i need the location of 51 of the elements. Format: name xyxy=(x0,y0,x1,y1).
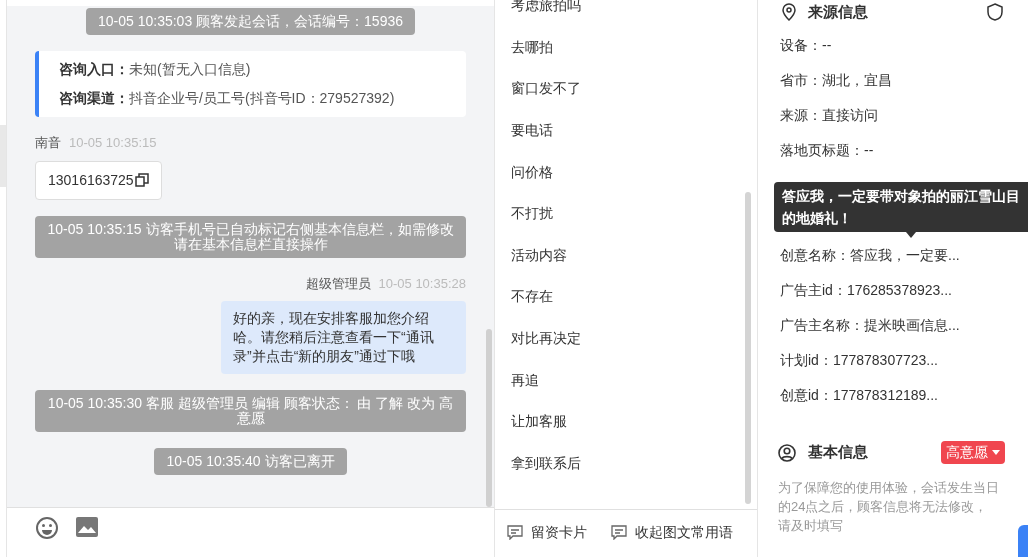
quick-reply-item[interactable]: 活动内容 xyxy=(495,234,745,277)
info-line: 咨询入口：未知(暂无入口信息) xyxy=(59,60,252,79)
emoji-icon[interactable] xyxy=(35,516,59,540)
caret-icon xyxy=(992,450,1000,455)
sender-name: 南音 xyxy=(35,134,61,152)
section-title: 基本信息 xyxy=(808,442,868,463)
quick-reply-item[interactable]: 不打扰 xyxy=(495,192,745,235)
comment-icon xyxy=(611,525,627,540)
quick-reply-item[interactable]: 再追 xyxy=(495,359,745,401)
scrollbar[interactable] xyxy=(486,329,492,507)
system-message: 10-05 10:35:03 顾客发起会话，会话编号：15936 xyxy=(86,8,415,35)
side-tab[interactable] xyxy=(1018,525,1028,557)
shield-icon[interactable] xyxy=(986,3,1004,21)
copy-icon[interactable] xyxy=(134,173,149,187)
quick-reply-item[interactable]: 去哪拍 xyxy=(495,26,745,69)
source-field: 创意名称：答应我，一定要... xyxy=(780,238,1006,273)
user-circle-icon xyxy=(778,443,796,462)
system-message: 10-05 10:35:15 访客手机号已自动标记右侧基本信息栏，如需修改请在基本信息栏直接操作 xyxy=(35,215,466,258)
source-field: 广告主名称：提米映画信息... xyxy=(780,308,1006,343)
quick-reply-item[interactable]: 要电话 xyxy=(495,109,745,152)
tooltip-arrow-icon xyxy=(906,232,916,238)
source-field: 广告主id：176285378923... xyxy=(780,273,1006,308)
message-time: 10-05 10:35:28 xyxy=(378,274,466,293)
sender-name: 超级管理员 xyxy=(305,274,371,293)
info-line: 咨询渠道：抖音企业号/员工号(抖音号ID：279527392) xyxy=(59,89,396,108)
source-field: 省市：湖北，宜昌 xyxy=(780,63,1006,98)
status-dropdown[interactable]: 高意愿 xyxy=(941,441,1005,464)
footer-button[interactable]: 收起图文常用语 xyxy=(611,522,733,543)
comment-icon xyxy=(507,525,523,540)
scrollbar[interactable] xyxy=(745,192,751,504)
quick-reply-item[interactable]: 问价格 xyxy=(495,151,745,193)
source-field: 创意id：177878312189... xyxy=(780,378,1006,413)
footer-button[interactable]: 留资卡片 xyxy=(507,522,587,543)
system-message: 10-05 10:35:40 访客已离开 xyxy=(154,448,347,475)
quick-reply-item[interactable]: 窗口发不了 xyxy=(495,68,745,110)
source-field: 计划id：177878307723... xyxy=(780,343,1006,378)
source-field: 落地页标题：-- xyxy=(780,133,1006,168)
message-time: 10-05 10:35:15 xyxy=(69,134,157,152)
quick-reply-item[interactable]: 让加客服 xyxy=(495,400,745,443)
message-bubble: 好的亲，现在安排客服加您介绍哈。请您稍后注意查看一下“通讯录”并点击“新的朋友”通过下哦 xyxy=(221,301,466,374)
source-field: 设备：-- xyxy=(780,28,1006,63)
section-title: 来源信息 xyxy=(808,1,868,22)
message-bubble: 13016163725 xyxy=(35,160,162,200)
image-icon[interactable] xyxy=(75,516,99,538)
system-message: 10-05 10:35:30 客服 超级管理员 编辑 顾客状态： 由 了解 改为 高意愿 xyxy=(35,390,466,432)
quick-reply-item[interactable]: 拿到联系后 xyxy=(495,442,745,485)
quick-reply-item[interactable]: 对比再决定 xyxy=(495,317,745,360)
notice-text: 为了保障您的使用体验，会话发生当日的24点之后，顾客信息将无法修改，请及时填写 xyxy=(777,479,1000,535)
quick-reply-item[interactable]: 不存在 xyxy=(495,276,745,318)
location-pin-icon xyxy=(782,3,796,21)
source-field: 来源：直接访问 xyxy=(780,98,1006,133)
